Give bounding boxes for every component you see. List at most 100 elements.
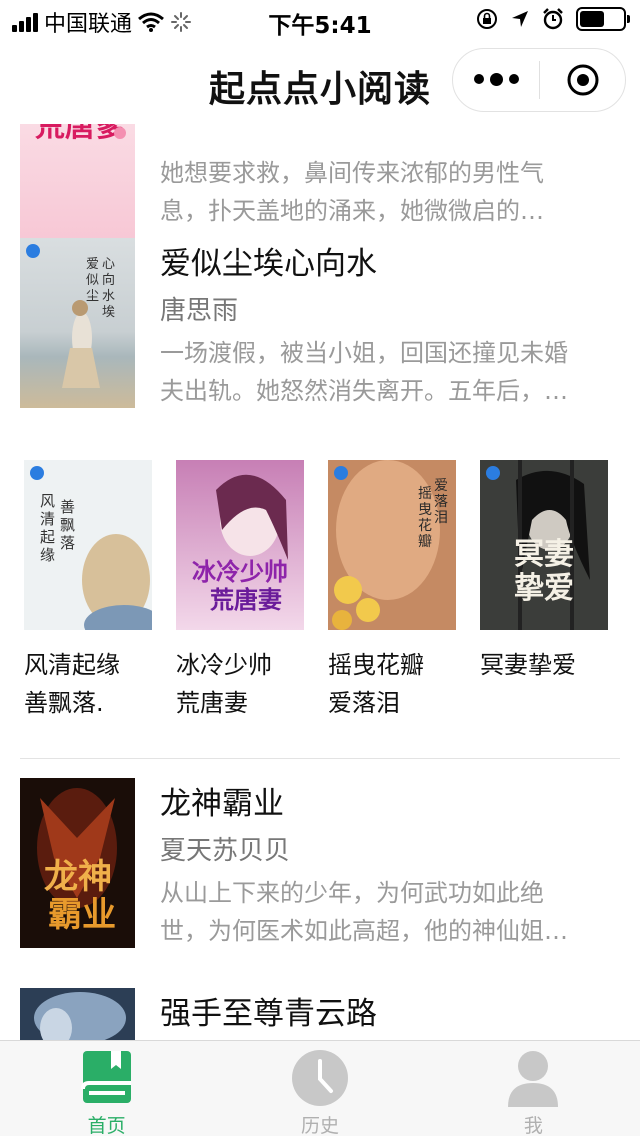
- grid-book-title: 冰冷少帅 荒唐妻: [176, 646, 304, 722]
- book-item[interactable]: 心 向 水 爱 似 尘 埃 爱似尘埃心向水 唐思雨 一场渡假，被当小姐，回国还撞…: [20, 238, 620, 408]
- qidian-badge-icon: [26, 244, 40, 258]
- grid-book-title: 摇曳花瓣 爱落泪: [328, 646, 456, 722]
- user-icon: [508, 1051, 559, 1107]
- more-dot-icon: [508, 74, 519, 84]
- tab-label: 历史: [300, 1115, 339, 1136]
- svg-text:霸业: 霸业: [48, 895, 116, 935]
- qidian-badge-icon: [30, 466, 44, 480]
- book-cover: 冥妻 挚爱: [480, 460, 608, 630]
- qidian-badge-icon: [334, 466, 348, 480]
- location-icon: [512, 11, 528, 27]
- svg-text:冰冷少帅: 冰冷少帅: [192, 557, 288, 586]
- svg-text:落: 落: [434, 494, 448, 510]
- book-item[interactable]: 贴心明玉 荒唐爹 她想要求救，鼻间传来浓郁的男性气 息，扑天盖地的涌来，她微微启…: [20, 124, 620, 248]
- svg-text:龙神: 龙神: [44, 857, 112, 897]
- svg-text:似: 似: [86, 273, 99, 288]
- svg-text:曳: 曳: [418, 502, 432, 518]
- title-line: 冰冷少帅: [176, 651, 272, 679]
- svg-text:摇: 摇: [418, 486, 432, 502]
- close-button[interactable]: [540, 63, 625, 97]
- book-cover: 龙神 霸业: [20, 778, 135, 948]
- qidian-badge-icon: [486, 466, 500, 480]
- book-item[interactable]: 强手至尊青云路: [20, 988, 620, 1040]
- tab-home[interactable]: 首页: [0, 1041, 213, 1136]
- wifi-icon: [138, 12, 164, 32]
- book-title: 爱似尘埃心向水: [160, 246, 377, 282]
- svg-text:冥妻: 冥妻: [514, 537, 574, 572]
- grid-book-item[interactable]: 爱 落 泪 摇 曳 花 瓣 摇曳花瓣 爱落泪: [328, 460, 456, 722]
- more-dot-icon: [473, 74, 484, 84]
- description-line: 息，扑天盖地的涌来，她微微启的…: [160, 197, 544, 225]
- nav-bar: 起点点小阅读: [0, 40, 640, 124]
- book-cover: 风 清 起 缘 善 飘 落: [24, 460, 152, 630]
- svg-text:荒唐妻: 荒唐妻: [210, 585, 282, 614]
- title-line: 风清起缘: [24, 651, 120, 679]
- alarm-icon: [543, 8, 563, 30]
- book-feed: 贴心明玉 荒唐爹 她想要求救，鼻间传来浓郁的男性气 息，扑天盖地的涌来，她微微启…: [0, 124, 640, 1040]
- svg-text:挚爱: 挚爱: [514, 571, 574, 606]
- carrier-label: 中国联通: [44, 12, 133, 37]
- grid-book-item[interactable]: 冰冷少帅 荒唐妻 冰冷少帅 荒唐妻: [176, 460, 304, 722]
- tab-label: 首页: [87, 1115, 126, 1136]
- book-cover: 贴心明玉 荒唐爹: [20, 124, 135, 248]
- svg-text:风: 风: [40, 492, 55, 510]
- book-title: 龙神霸业: [160, 786, 284, 822]
- tab-history[interactable]: 历史: [213, 1041, 426, 1136]
- title-line: 善飘落.: [24, 689, 104, 717]
- status-left: 中国联通: [12, 6, 192, 38]
- svg-text:起: 起: [40, 528, 55, 546]
- target-close-icon: [567, 64, 598, 96]
- book-grid: 风 清 起 缘 善 飘 落 风清起缘 善飘落. 冰冷少帅 荒唐妻 冰冷少帅 荒唐…: [24, 460, 616, 720]
- book-cover: 心 向 水 爱 似 尘 埃: [20, 238, 135, 408]
- book-description: 一场渡假，被当小姐，回国还撞见未婚 夫出轨。她怒然消失离开。五年后，…: [160, 334, 606, 410]
- section-divider: [20, 758, 620, 759]
- description-line: 她想要求救，鼻间传来浓郁的男性气: [160, 159, 544, 187]
- title-line: 摇曳花瓣: [328, 651, 424, 679]
- status-right: [476, 7, 630, 31]
- tab-bar: 首页 历史 我: [0, 1040, 640, 1136]
- description-line: 夫出轨。她怒然消失离开。五年后，…: [160, 377, 568, 405]
- grid-book-title: 冥妻挚爱: [480, 646, 608, 684]
- orientation-lock-icon: [477, 9, 497, 29]
- svg-text:清: 清: [40, 510, 55, 528]
- description-line: 一场渡假，被当小姐，回国还撞见未婚: [160, 339, 568, 367]
- title-line: 冥妻挚爱: [480, 651, 576, 679]
- svg-text:瓣: 瓣: [418, 534, 432, 550]
- book-author: 唐思雨: [160, 296, 239, 326]
- book-icon: [80, 1051, 131, 1103]
- tab-label: 我: [523, 1115, 543, 1136]
- tab-me[interactable]: 我: [427, 1041, 640, 1136]
- grid-book-item[interactable]: 冥妻 挚爱 冥妻挚爱: [480, 460, 608, 684]
- svg-text:缘: 缘: [40, 546, 55, 564]
- book-cover: [20, 988, 135, 1040]
- description-line: 从山上下来的少年，为何武功如此绝: [160, 879, 544, 907]
- svg-text:荒唐爹: 荒唐爹: [35, 124, 125, 144]
- svg-text:飘: 飘: [60, 516, 75, 534]
- clock-icon: [291, 1050, 348, 1106]
- svg-text:泪: 泪: [434, 510, 448, 526]
- svg-text:心: 心: [102, 257, 115, 272]
- book-cover: 冰冷少帅 荒唐妻: [176, 460, 304, 630]
- miniprogram-capsule: [452, 48, 626, 112]
- grid-book-item[interactable]: 风 清 起 缘 善 飘 落 风清起缘 善飘落.: [24, 460, 152, 722]
- svg-text:爱: 爱: [434, 478, 448, 494]
- svg-text:埃: 埃: [102, 305, 115, 320]
- svg-text:水: 水: [102, 289, 115, 304]
- status-bar: 中国联通 下午5:41: [0, 0, 640, 40]
- title-line: 荒唐妻: [176, 689, 248, 717]
- book-title: 强手至尊青云路: [160, 996, 377, 1032]
- svg-text:落: 落: [60, 534, 75, 552]
- book-description: 她想要求救，鼻间传来浓郁的男性气 息，扑天盖地的涌来，她微微启的…: [160, 154, 606, 230]
- book-description: 从山上下来的少年，为何武功如此绝 世，为何医术如此高超，他的神仙姐…: [160, 874, 606, 950]
- book-cover: 爱 落 泪 摇 曳 花 瓣: [328, 460, 456, 630]
- grid-book-title: 风清起缘 善飘落.: [24, 646, 152, 722]
- description-line: 世，为何医术如此高超，他的神仙姐…: [160, 917, 568, 945]
- battery-icon: [576, 7, 630, 31]
- title-line: 爱落泪: [328, 689, 400, 717]
- signal-icon: [12, 12, 38, 32]
- svg-text:尘: 尘: [86, 289, 99, 304]
- book-item[interactable]: 龙神 霸业 龙神霸业 夏天苏贝贝 从山上下来的少年，为何武功如此绝 世，为何医术…: [20, 778, 620, 948]
- svg-text:花: 花: [418, 518, 432, 534]
- book-author: 夏天苏贝贝: [160, 836, 291, 866]
- more-button[interactable]: [453, 73, 539, 86]
